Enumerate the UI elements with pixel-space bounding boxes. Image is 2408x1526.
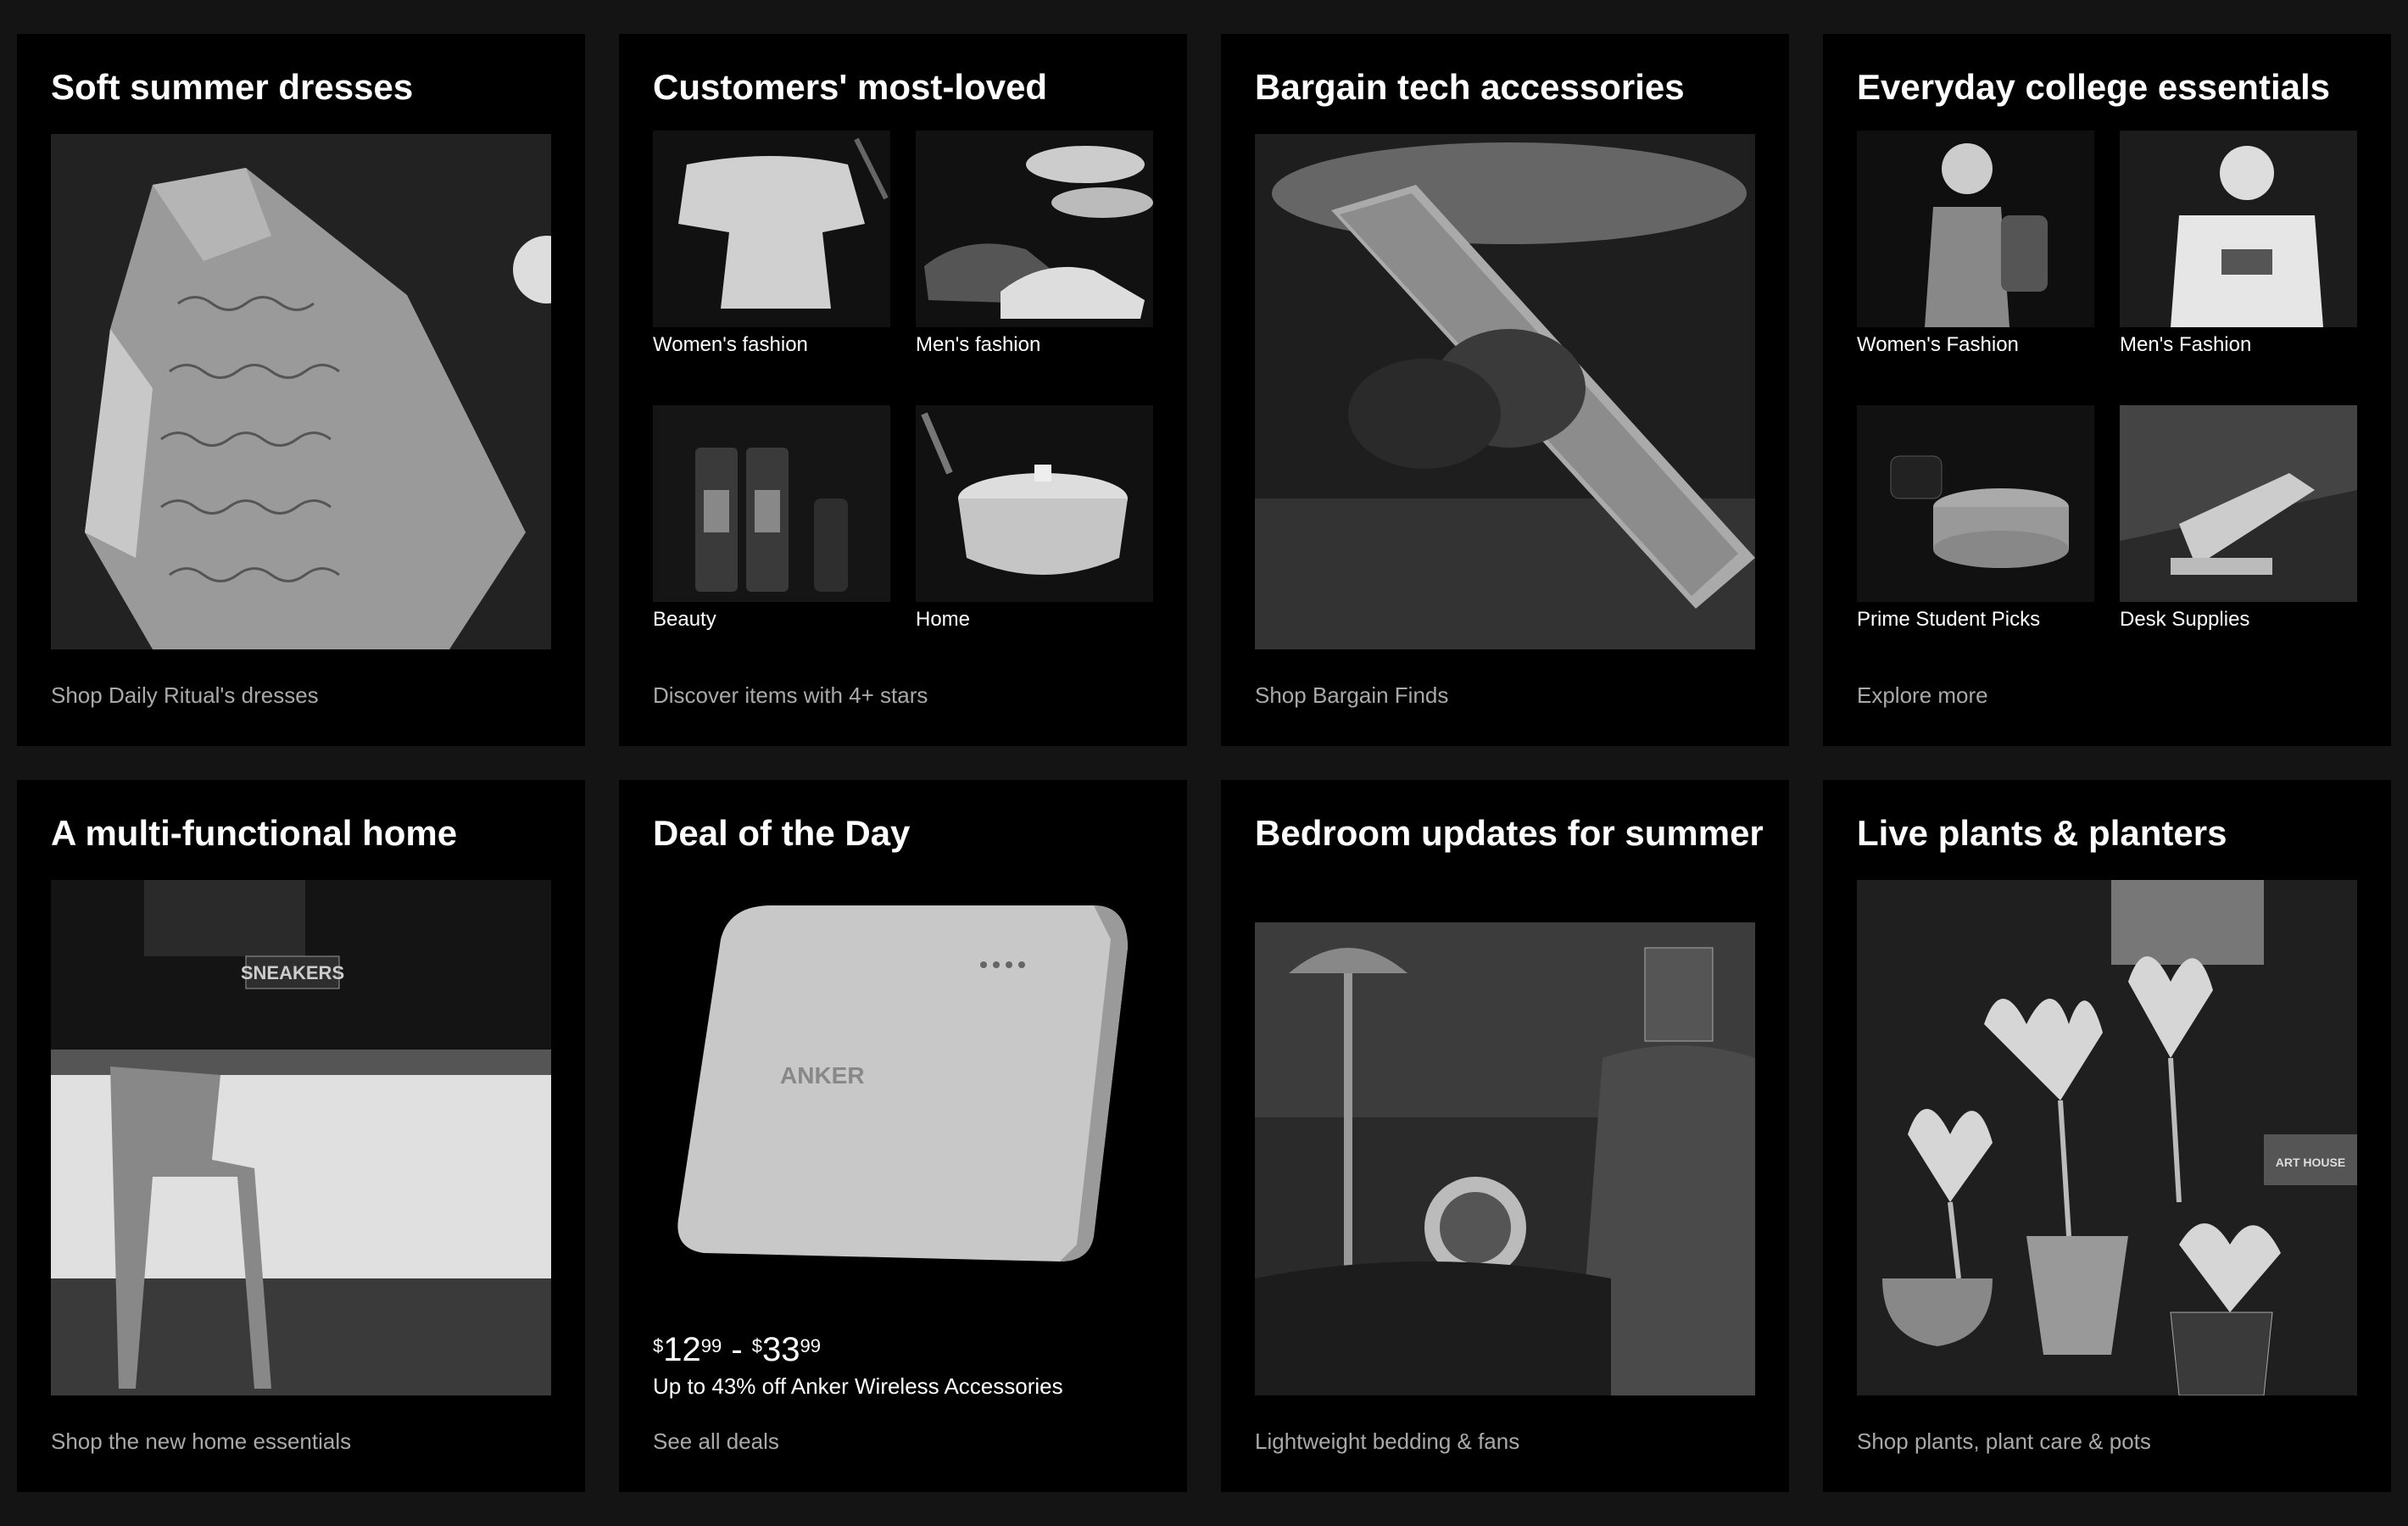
card-bedroom-updates: Bedroom updates for summer Lightweight b… (1221, 780, 1789, 1492)
dutch-oven-image (916, 405, 1153, 602)
card-title: Bargain tech accessories (1255, 67, 1685, 107)
quad-label: Men's Fashion (2120, 333, 2252, 356)
stapler-image (2120, 405, 2357, 602)
quad-item-home[interactable]: Home (916, 405, 1153, 632)
card-title: Soft summer dresses (51, 67, 414, 107)
home-office-image[interactable]: SNEAKERS (51, 880, 551, 1395)
sneakers-sign-text: SNEAKERS (241, 962, 344, 983)
blouse-image (653, 131, 890, 327)
bedding-fans-link[interactable]: Lightweight bedding & fans (1255, 1429, 1519, 1455)
card-bargain-tech-accessories: Bargain tech accessories Shop Bargain Fi… (1221, 34, 1789, 746)
see-all-deals-link[interactable]: See all deals (653, 1429, 779, 1455)
quad-item-womens-fashion[interactable]: Women's Fashion (1857, 131, 2094, 358)
card-multi-functional-home: A multi-functional home SNEAKERS Shop th… (17, 780, 585, 1492)
anker-logo-text: ANKER (780, 1062, 865, 1089)
book-spine-text: ART HOUSE (2276, 1156, 2345, 1169)
deal-price: $1299 - $3399 (653, 1331, 822, 1368)
sneakers-image (916, 131, 1153, 327)
quad-label: Women's fashion (653, 333, 808, 356)
shop-dresses-link[interactable]: Shop Daily Ritual's dresses (51, 682, 319, 709)
quad-item-prime-student-picks[interactable]: Prime Student Picks (1857, 405, 2094, 632)
woman-backpack-image (1857, 131, 2094, 327)
quad-label: Home (916, 608, 971, 631)
card-title: Everyday college essentials (1857, 67, 2330, 107)
anker-powerbank-image[interactable]: ANKER (653, 880, 1153, 1321)
explore-more-link[interactable]: Explore more (1857, 682, 1988, 709)
quad-label: Prime Student Picks (1857, 608, 2041, 631)
card-everyday-college-essentials: Everyday college essentials Women's Fash… (1823, 34, 2391, 746)
card-customers-most-loved: Customers' most-loved Women's fashion Me… (619, 34, 1187, 746)
shop-bargain-finds-link[interactable]: Shop Bargain Finds (1255, 682, 1448, 709)
smart-speaker-image (1857, 405, 2094, 602)
quad-item-mens-fashion[interactable]: Men's Fashion (2120, 131, 2357, 358)
card-grid: Soft summer dresses Shop Daily Ritual's … (0, 0, 2408, 1526)
card-soft-summer-dresses: Soft summer dresses Shop Daily Ritual's … (17, 34, 585, 746)
quad-label: Men's fashion (916, 333, 1041, 356)
dress-image[interactable] (51, 134, 551, 649)
man-sweatshirt-image (2120, 131, 2357, 327)
quad-item-womens-fashion[interactable]: Women's fashion (653, 131, 890, 358)
card-title: Customers' most-loved (653, 67, 1048, 107)
quad-item-desk-supplies[interactable]: Desk Supplies (2120, 405, 2357, 632)
card-title: Deal of the Day (653, 813, 911, 853)
phone-grip-image[interactable] (1255, 134, 1755, 649)
card-live-plants: Live plants & planters ART HOUSE Shop pl… (1823, 780, 2391, 1492)
card-title: Bedroom updates for summer (1255, 813, 1764, 853)
discover-4-stars-link[interactable]: Discover items with 4+ stars (653, 682, 928, 709)
shop-home-essentials-link[interactable]: Shop the new home essentials (51, 1429, 351, 1455)
card-deal-of-the-day: Deal of the Day ANKER $1299 - $3399 Up t… (619, 780, 1187, 1492)
quad-item-mens-fashion[interactable]: Men's fashion (916, 131, 1153, 358)
plants-image[interactable]: ART HOUSE (1857, 880, 2357, 1395)
bedroom-image[interactable] (1255, 922, 1755, 1395)
quad-label: Desk Supplies (2120, 608, 2250, 631)
quad-label: Women's Fashion (1857, 333, 2019, 356)
card-title: A multi-functional home (51, 813, 458, 853)
deal-description[interactable]: Up to 43% off Anker Wireless Accessories (653, 1373, 1063, 1400)
quad-item-beauty[interactable]: Beauty (653, 405, 890, 632)
quad-label: Beauty (653, 608, 716, 631)
shop-plants-link[interactable]: Shop plants, plant care & pots (1857, 1429, 2151, 1455)
skincare-bottles-image (653, 405, 890, 602)
card-title: Live plants & planters (1857, 813, 2227, 853)
